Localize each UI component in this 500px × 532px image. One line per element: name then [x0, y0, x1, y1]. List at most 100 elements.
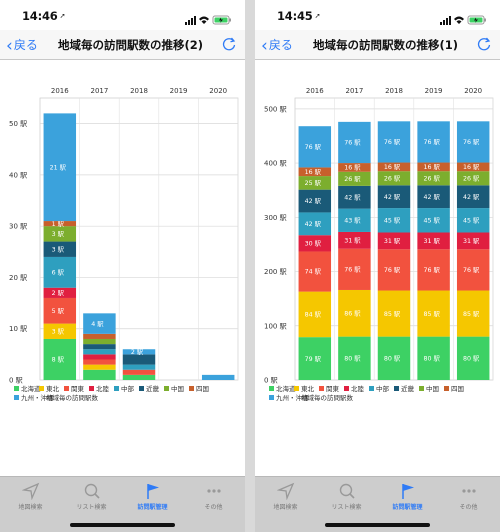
bar-data-label: 6 駅 — [52, 269, 65, 277]
bar-data-label: 30 駅 — [305, 240, 322, 248]
legend-label: 北海道 — [276, 384, 296, 393]
y-tick-label: 10 駅 — [9, 325, 27, 333]
legend-label: 四国 — [451, 385, 464, 393]
tab-more-dots[interactable]: その他 — [438, 477, 499, 532]
bar-data-label: 16 駅 — [463, 163, 480, 171]
signal-wifi-battery-icon — [185, 15, 231, 25]
legend-label: 東北 — [46, 384, 60, 393]
bar-data-label: 16 駅 — [344, 164, 361, 172]
legend-label: 関東 — [326, 384, 340, 393]
bar-data-label: 45 駅 — [463, 216, 480, 224]
bar-data-label: 74 駅 — [305, 268, 322, 276]
bar-data-label: 86 駅 — [344, 309, 361, 317]
y-tick-label: 200 駅 — [264, 268, 287, 276]
x-tick-label: 2017 — [345, 87, 363, 95]
bar-data-label: 26 駅 — [344, 175, 361, 183]
tab-bar: 地図検索 リスト検索 訪問駅管理 その他 — [255, 476, 500, 532]
legend-swatch — [14, 386, 19, 391]
tab-location-arrow[interactable]: 地図検索 — [255, 477, 316, 532]
bar-segment — [122, 374, 156, 380]
bar-data-label: 2 駅 — [131, 348, 144, 356]
refresh-button[interactable] — [476, 36, 492, 56]
legend-title: 地域毎の訪問駅数 — [46, 393, 99, 402]
legend-swatch — [64, 386, 69, 391]
bar-segment — [83, 354, 116, 360]
legend-label: 北陸 — [351, 384, 365, 393]
bar-data-label: 31 駅 — [463, 237, 480, 245]
location-arrow-icon — [21, 482, 40, 504]
bar-data-label: 2 駅 — [52, 289, 65, 297]
back-button[interactable]: ‹戻る — [6, 36, 38, 56]
bar-data-label: 5 駅 — [52, 307, 65, 315]
bar-data-label: 42 駅 — [423, 193, 440, 201]
phone-screen-left: 14:46 ➚ ‹戻る 地域毎の訪問駅数の推移(2) 0 駅 10 駅 20 駅 30 … — [0, 0, 245, 532]
bar-data-label: 85 駅 — [384, 310, 401, 318]
legend-label: 四国 — [196, 385, 209, 393]
tab-location-arrow[interactable]: 地図検索 — [0, 477, 61, 532]
x-tick-label: 2019 — [425, 87, 443, 95]
y-tick-label: 100 駅 — [264, 322, 287, 330]
y-tick-label: 0 駅 — [9, 377, 23, 385]
navigation-bar: ‹戻る 地域毎の訪問駅数の推移(1) — [255, 30, 500, 60]
back-label: 戻る — [268, 38, 293, 52]
tab-label: 訪問駅管理 — [392, 504, 423, 511]
refresh-icon — [477, 37, 491, 51]
signal-wifi-battery-icon — [440, 15, 486, 25]
tab-label: 地図検索 — [273, 504, 298, 511]
bar-data-label: 80 駅 — [463, 355, 480, 363]
bar-segment — [83, 349, 116, 355]
tab-bar: 地図検索 リスト検索 訪問駅管理 その他 — [0, 476, 245, 532]
legend-swatch — [269, 395, 274, 400]
legend-label: 関東 — [71, 384, 85, 393]
legend-swatch — [294, 386, 299, 391]
y-tick-label: 20 駅 — [9, 274, 27, 282]
bar-data-label: 21 駅 — [50, 163, 67, 171]
bar-segment — [83, 364, 116, 370]
stacked-bar-chart: 0 駅 10 駅 20 駅 30 駅 40 駅 50 駅 2016 8 駅 3 駅 5 駅 2 駅 6… — [9, 87, 239, 402]
bar-data-label: 16 駅 — [305, 168, 322, 176]
x-tick-label: 2017 — [90, 87, 108, 95]
bar-data-label: 26 駅 — [463, 174, 480, 182]
legend-swatch — [319, 386, 324, 391]
bar-data-label: 45 駅 — [384, 216, 401, 224]
x-tick-label: 2020 — [464, 87, 482, 95]
back-label: 戻る — [13, 38, 38, 52]
status-time: 14:45 ➚ — [277, 9, 321, 23]
bar-data-label: 76 駅 — [423, 138, 440, 146]
tab-label: 訪問駅管理 — [137, 504, 168, 511]
y-tick-label: 400 駅 — [264, 160, 287, 168]
legend-swatch — [394, 386, 399, 391]
legend-swatch — [344, 386, 349, 391]
x-tick-label: 2016 — [306, 87, 324, 95]
bar-data-label: 76 駅 — [423, 266, 440, 274]
home-indicator — [70, 523, 175, 527]
legend-label: 東北 — [301, 384, 315, 393]
legend-swatch — [89, 386, 94, 391]
bar-data-label: 3 駅 — [52, 327, 65, 335]
legend-swatch — [189, 386, 194, 391]
bar-data-label: 16 駅 — [384, 163, 401, 171]
chevron-left-icon: ‹ — [261, 36, 268, 56]
bar-data-label: 84 駅 — [305, 311, 322, 319]
legend-swatch — [444, 386, 449, 391]
legend-label: 近畿 — [146, 384, 160, 393]
bar-data-label: 42 駅 — [344, 193, 361, 201]
bar-segment — [83, 344, 116, 350]
legend-label: 中国 — [426, 384, 439, 393]
chevron-left-icon: ‹ — [6, 36, 13, 56]
bar-data-label: 42 駅 — [463, 193, 480, 201]
bar-segment — [83, 338, 116, 345]
bar-data-label: 79 駅 — [305, 355, 322, 363]
refresh-button[interactable] — [221, 36, 237, 56]
location-services-icon: ➚ — [59, 12, 66, 20]
bar-segment — [122, 369, 156, 375]
legend-label: 北陸 — [96, 384, 110, 393]
tab-more-dots[interactable]: その他 — [183, 477, 244, 532]
bar-data-label: 42 駅 — [305, 220, 322, 228]
back-button[interactable]: ‹戻る — [261, 36, 293, 56]
location-services-icon: ➚ — [314, 12, 321, 20]
flag-icon — [144, 482, 162, 504]
y-tick-label: 50 駅 — [9, 120, 27, 128]
bar-data-label: 80 駅 — [423, 355, 440, 363]
tab-label: その他 — [204, 504, 223, 511]
